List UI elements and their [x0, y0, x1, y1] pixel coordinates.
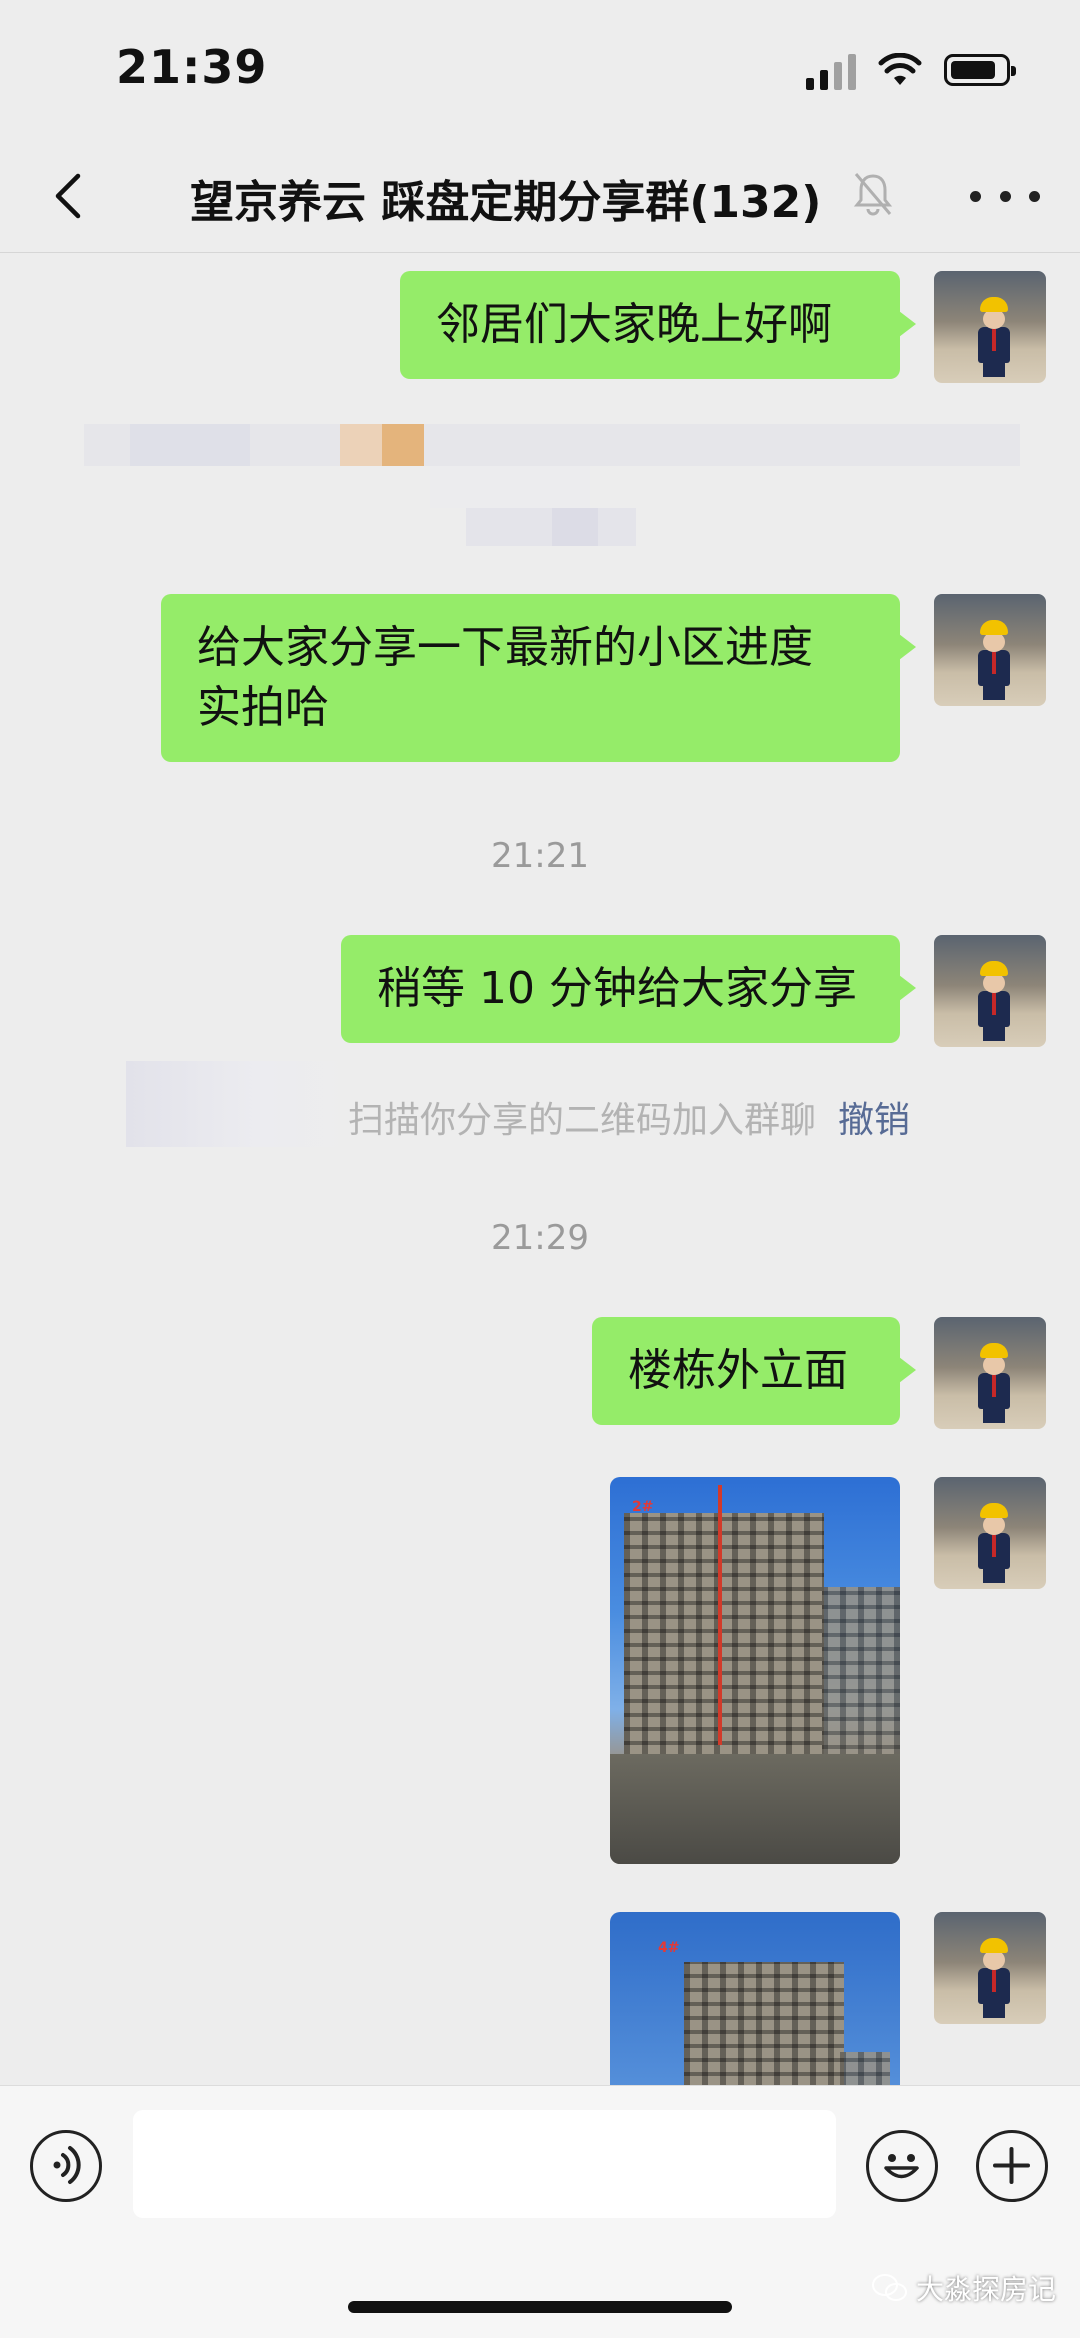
user-avatar[interactable] [934, 1317, 1046, 1429]
photo-label: 4# [658, 1940, 680, 1956]
back-icon[interactable] [40, 164, 104, 228]
chat-title[interactable]: 望京养云 踩盘定期分享群(132) [190, 166, 821, 230]
building-image [624, 1513, 824, 1773]
message-timestamp: 21:29 [491, 1218, 589, 1258]
photo-message[interactable]: 4# [610, 1912, 900, 2085]
status-icons [806, 50, 1016, 90]
photo-message[interactable]: 2# [610, 1477, 900, 1864]
message-text: 楼栋外立面 [628, 1345, 848, 1396]
photo-label: 2# [632, 1499, 654, 1515]
ground-image [610, 1754, 900, 1864]
user-avatar[interactable] [934, 1477, 1046, 1589]
building-image [840, 2052, 890, 2085]
message-input-bar: 大淼探房记 [0, 2085, 1080, 2338]
message-text-input[interactable] [133, 2110, 836, 2218]
voice-icon [53, 2146, 81, 2184]
message-bubble[interactable]: 邻居们大家晚上好啊 [400, 271, 916, 379]
more-options-button[interactable] [970, 168, 1040, 224]
home-indicator[interactable] [348, 2301, 732, 2313]
battery-icon [944, 54, 1016, 86]
watermark-text: 大淼探房记 [915, 2273, 1056, 2306]
more-functions-button[interactable] [976, 2130, 1048, 2202]
crane-image [718, 1485, 722, 1745]
cellular-signal-icon [806, 50, 856, 90]
voice-input-button[interactable] [30, 2130, 102, 2202]
smiley-icon [884, 2154, 919, 2179]
message-text: 稍等 10 分钟给大家分享 [377, 963, 857, 1014]
emoji-button[interactable] [866, 2130, 938, 2202]
wechat-logo-icon [871, 2274, 907, 2301]
message-text: 给大家分享一下最新的小区进度 实拍哈 [197, 622, 813, 733]
watermark: 大淼探房记 [871, 2268, 1056, 2308]
blurred-username [126, 1061, 346, 1147]
message-text: 邻居们大家晚上好啊 [436, 299, 832, 350]
message-bubble[interactable]: 给大家分享一下最新的小区进度 实拍哈 [161, 594, 916, 762]
user-avatar[interactable] [934, 271, 1046, 383]
system-message: 扫描你分享的二维码加入群聊 撤销 [348, 1091, 910, 1143]
message-bubble[interactable]: 稍等 10 分钟给大家分享 [341, 935, 916, 1043]
user-avatar[interactable] [934, 1912, 1046, 2024]
building-image [684, 1962, 844, 2085]
revoke-link[interactable]: 撤销 [838, 1100, 910, 1141]
plus-icon [993, 2147, 1030, 2184]
status-time: 21:39 [116, 40, 268, 94]
user-avatar[interactable] [934, 935, 1046, 1047]
user-avatar[interactable] [934, 594, 1046, 706]
chat-message-list[interactable]: 邻居们大家晚上好啊 给大家分享一下最新的小区进度 实拍哈 21:21 稍等 10… [0, 253, 1080, 2085]
message-bubble[interactable]: 楼栋外立面 [592, 1317, 916, 1425]
wifi-icon [878, 53, 922, 85]
system-message-text: 扫描你分享的二维码加入群聊 [348, 1100, 817, 1141]
chat-header: 望京养云 踩盘定期分享群(132) [0, 140, 1080, 253]
mute-bell-icon [853, 173, 893, 216]
status-bar: 21:39 [0, 0, 1080, 140]
building-image [822, 1587, 900, 1777]
message-timestamp: 21:21 [491, 836, 589, 876]
